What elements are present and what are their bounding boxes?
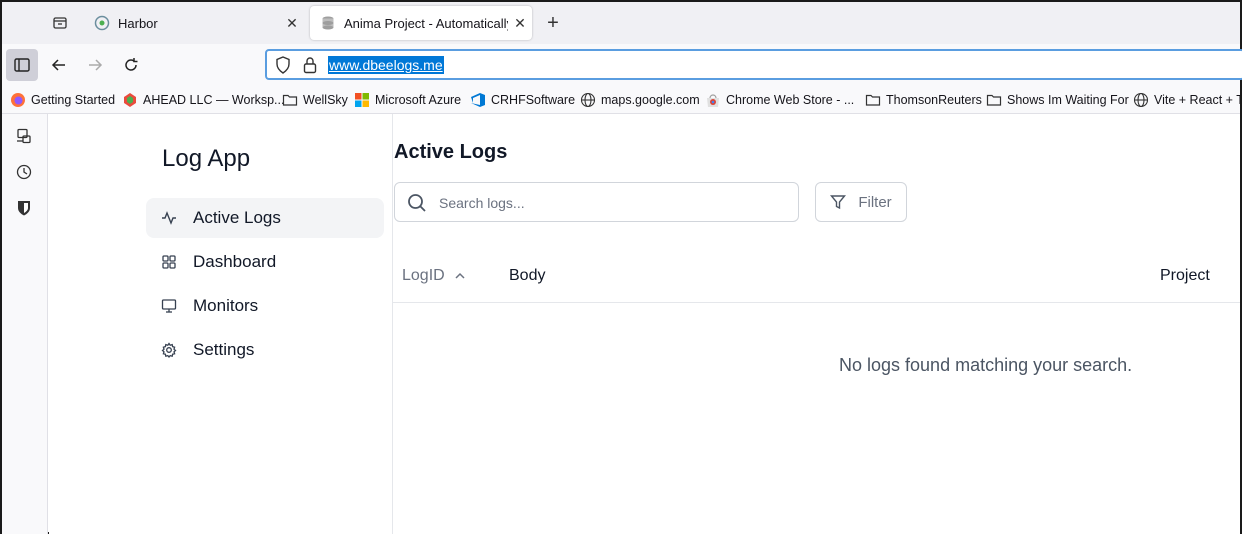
nav-item-settings[interactable]: Settings (146, 330, 384, 370)
chrome-store-icon (707, 94, 719, 107)
column-header-project[interactable]: Project (1160, 267, 1210, 285)
lock-icon[interactable] (303, 56, 317, 74)
globe-icon (580, 92, 596, 108)
empty-state-message: No logs found matching your search. (839, 355, 1133, 375)
search-box[interactable] (394, 182, 799, 222)
column-header-body[interactable]: Body (509, 267, 545, 285)
folder-icon (865, 94, 881, 106)
harbor-favicon (94, 15, 110, 31)
folder-icon (282, 94, 298, 106)
back-button[interactable] (47, 53, 71, 77)
microsoft-icon (355, 93, 369, 107)
bookmark-label: ThomsonReuters (886, 93, 982, 107)
bookmark-label: WellSky (303, 93, 348, 107)
address-bar[interactable]: www.dbeelogs.me (265, 49, 1242, 80)
sidebar-toggle-button[interactable] (6, 49, 38, 81)
bookmark-vite-react[interactable]: Vite + React + TS (1133, 91, 1240, 109)
filter-label: Filter (858, 193, 892, 211)
navigation-toolbar: www.dbeelogs.me (2, 44, 1242, 86)
new-tab-button[interactable]: + (540, 10, 566, 36)
search-input[interactable] (439, 192, 779, 214)
gear-icon (161, 342, 177, 358)
nav-item-label: Active Logs (193, 208, 281, 227)
bookmark-label: CRHFSoftware (491, 93, 576, 107)
arrow-left-icon (51, 59, 65, 71)
reload-icon (125, 58, 138, 71)
tab-title: Anima Project - Automatically generated (344, 15, 508, 31)
page-title: Active Logs (394, 141, 508, 163)
bookmark-thomsonreuters[interactable]: ThomsonReuters (865, 91, 982, 109)
archive-icon (53, 17, 67, 29)
bookmark-label: maps.google.com (601, 93, 700, 107)
ahead-icon (124, 93, 136, 107)
folder-icon (986, 94, 1002, 106)
bookmark-label: Getting Started (31, 93, 116, 107)
arrow-right-icon (89, 59, 103, 71)
bookmark-ahead[interactable]: AHEAD LLC — Worksp... (122, 91, 284, 109)
app-title: Log App (162, 145, 251, 172)
main-content: Active Logs Filter LogID Body Project No… (393, 114, 1240, 534)
tab-title: Harbor (118, 15, 158, 31)
bookmark-chrome-web-store[interactable]: Chrome Web Store - ... (705, 91, 854, 109)
filter-button[interactable]: Filter (815, 182, 907, 222)
bitwarden-button[interactable] (14, 198, 34, 218)
bookmark-maps-google[interactable]: maps.google.com (580, 91, 700, 109)
bookmark-label: Shows Im Waiting For (1007, 93, 1129, 107)
plus-icon: + (547, 11, 559, 34)
tab-anima-project[interactable]: Anima Project - Automatically generated … (310, 6, 532, 40)
forward-button[interactable] (83, 53, 107, 77)
column-label: LogID (402, 267, 445, 284)
azure-devops-icon (471, 93, 485, 107)
shield-icon[interactable] (275, 56, 291, 74)
synced-tabs-button[interactable] (14, 126, 34, 146)
devices-icon (17, 128, 31, 144)
table-header: LogID Body Project (393, 250, 1240, 303)
firefox-icon (11, 93, 25, 107)
column-header-logid[interactable]: LogID (402, 267, 467, 285)
history-button[interactable] (14, 162, 34, 182)
bookmark-wellsky[interactable]: WellSky (282, 91, 348, 109)
tab-close-icon[interactable]: ✕ (280, 15, 304, 32)
nav-item-label: Settings (193, 340, 255, 359)
globe-icon (1133, 92, 1149, 108)
browser-sidebar (2, 114, 48, 534)
bookmark-label: Vite + React + TS (1154, 93, 1240, 107)
database-favicon (322, 16, 334, 30)
bookmark-getting-started[interactable]: Getting Started (10, 91, 115, 109)
activity-icon (162, 211, 176, 225)
nav-item-monitors[interactable]: Monitors (146, 286, 384, 326)
search-icon (408, 194, 426, 212)
url-text[interactable]: www.dbeelogs.me (328, 56, 444, 74)
tab-close-icon[interactable]: ✕ (508, 15, 532, 32)
nav-item-active-logs[interactable]: Active Logs (146, 198, 384, 238)
app-sidebar: Log App Active Logs Dashboard Monitors S… (49, 114, 393, 534)
bookmark-microsoft-azure[interactable]: Microsoft Azure (354, 91, 461, 109)
bookmarks-toolbar: Getting Started AHEAD LLC — Worksp... We… (2, 86, 1240, 114)
clock-icon (16, 164, 32, 180)
sidebar-icon (14, 58, 30, 72)
bookmark-label: Chrome Web Store - ... (726, 93, 855, 107)
nav-item-label: Monitors (193, 296, 259, 315)
bookmark-shows[interactable]: Shows Im Waiting For (986, 91, 1129, 109)
tab-bar: Harbor ✕ Anima Project - Automatically g… (2, 2, 1240, 44)
grid-icon (162, 255, 176, 269)
monitor-icon (161, 299, 177, 313)
bitwarden-icon (18, 201, 30, 216)
tab-harbor[interactable]: Harbor ✕ (84, 6, 304, 40)
chevron-up-icon (455, 272, 465, 279)
bookmark-label: AHEAD LLC — Worksp... (143, 93, 285, 107)
bookmark-label: Microsoft Azure (375, 93, 462, 107)
nav-item-label: Dashboard (193, 252, 277, 271)
bookmark-crhfsoftware[interactable]: CRHFSoftware (470, 91, 575, 109)
nav-item-dashboard[interactable]: Dashboard (146, 242, 384, 282)
filter-icon (830, 195, 847, 210)
tab-list-button[interactable] (46, 10, 74, 36)
reload-button[interactable] (119, 53, 143, 77)
